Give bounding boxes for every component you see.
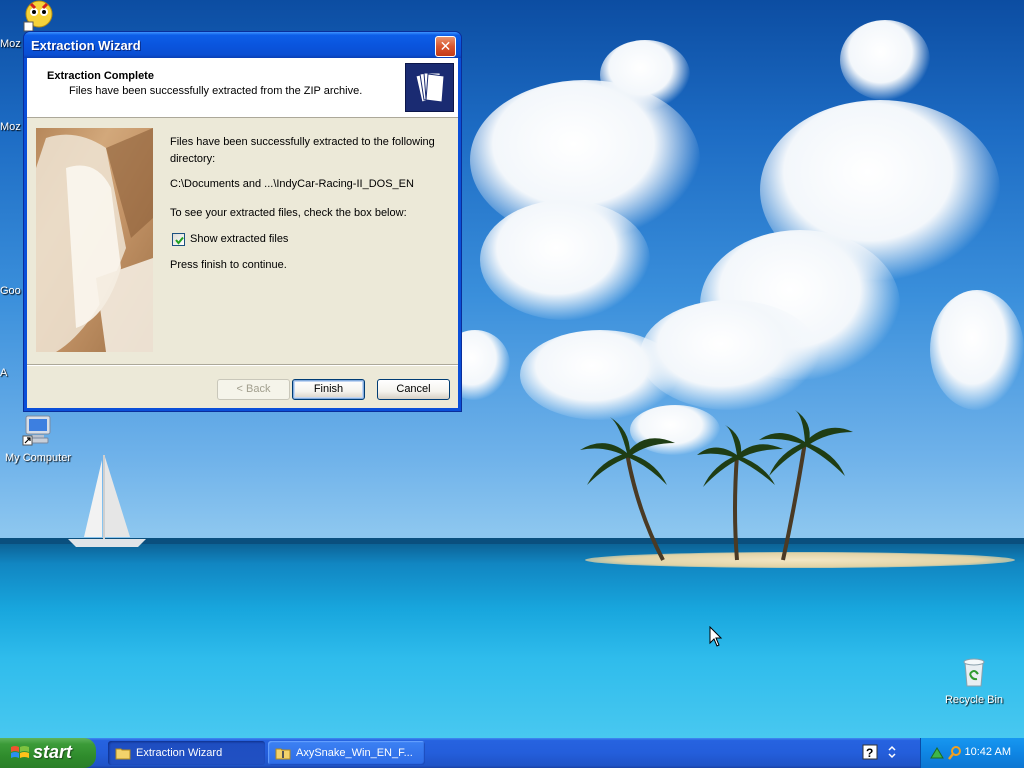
window-titlebar[interactable]: Extraction Wizard ✕ xyxy=(24,32,461,58)
system-tray: 10:42 AM xyxy=(920,738,1024,768)
horizon xyxy=(0,538,1024,544)
folders-icon xyxy=(405,63,454,112)
desktop-icon-label[interactable]: A xyxy=(0,367,24,379)
windows-logo-icon xyxy=(11,746,29,758)
palm-tree xyxy=(759,410,853,561)
button-separator xyxy=(27,364,458,366)
success-message-line1: Files have been successfully extracted t… xyxy=(170,136,435,148)
help-icon[interactable]: ? xyxy=(862,744,878,760)
close-button[interactable]: ✕ xyxy=(435,36,456,57)
zip-archive-icon xyxy=(275,748,291,760)
wizard-client-area: Extraction Complete Files have been succ… xyxy=(27,58,458,408)
cloud xyxy=(640,300,820,410)
show-extracted-files-checkbox[interactable] xyxy=(172,233,185,246)
desktop-icon-label[interactable]: Moz xyxy=(0,121,24,133)
desktop-icon-label: My Computer xyxy=(4,452,72,464)
finish-button[interactable]: Finish xyxy=(292,379,365,400)
desktop-icon-label: Recycle Bin xyxy=(944,694,1004,706)
wizard-header-subtitle: Files have been successfully extracted f… xyxy=(69,85,363,97)
cloud xyxy=(480,200,650,320)
wizard-header-title: Extraction Complete xyxy=(47,70,154,82)
clock[interactable]: 10:42 AM xyxy=(965,746,1011,758)
back-button[interactable]: < Back xyxy=(217,379,290,400)
taskbar-item-label: Extraction Wizard xyxy=(136,747,223,759)
desktop-icon-label[interactable]: Goo xyxy=(0,285,24,297)
desktop-icon-my-computer[interactable]: My Computer xyxy=(0,414,76,464)
checkmark-icon xyxy=(175,236,184,245)
wizard-header: Extraction Complete Files have been succ… xyxy=(27,58,458,118)
taskbar-item-axysnake[interactable]: AxySnake_Win_EN_F... xyxy=(268,741,425,765)
instruction-text: To see your extracted files, check the b… xyxy=(170,207,407,219)
sailboat xyxy=(68,455,146,547)
sea-wallpaper xyxy=(0,540,1024,738)
cloud xyxy=(600,40,690,110)
network-icon[interactable] xyxy=(929,745,945,761)
chevron-up-down-icon[interactable] xyxy=(884,744,900,760)
wizard-side-image xyxy=(36,128,153,352)
app-shortcut-icon[interactable] xyxy=(22,0,56,32)
success-message-line2: directory: xyxy=(170,153,216,165)
extraction-wizard-window: Extraction Wizard ✕ Extraction Complete … xyxy=(23,31,462,412)
taskbar-item-extraction-wizard[interactable]: Extraction Wizard xyxy=(108,741,265,765)
extraction-path: C:\Documents and ...\IndyCar-Racing-II_D… xyxy=(170,178,414,190)
recycle-bin-icon xyxy=(963,658,985,687)
desktop-icon-label[interactable]: Moz xyxy=(0,38,24,50)
my-computer-icon xyxy=(22,415,51,446)
cancel-button[interactable]: Cancel xyxy=(377,379,450,400)
start-label: start xyxy=(33,742,73,762)
search-icon[interactable] xyxy=(947,745,963,761)
window-title: Extraction Wizard xyxy=(31,38,141,53)
taskbar: start Extraction Wizard AxySnake_Win_EN_… xyxy=(0,738,1024,768)
continue-text: Press finish to continue. xyxy=(170,259,287,271)
close-icon: ✕ xyxy=(439,38,452,54)
mouse-cursor-icon xyxy=(709,626,723,647)
checkbox-label[interactable]: Show extracted files xyxy=(190,231,288,248)
start-button[interactable]: start xyxy=(0,738,96,768)
palm-tree xyxy=(580,417,675,561)
desktop-icon-recycle-bin[interactable]: Recycle Bin xyxy=(936,656,1012,706)
cloud xyxy=(930,290,1024,410)
svg-text:?: ? xyxy=(866,746,873,760)
folder-icon xyxy=(115,748,131,760)
cloud xyxy=(840,20,930,100)
taskbar-item-label: AxySnake_Win_EN_F... xyxy=(296,747,413,759)
